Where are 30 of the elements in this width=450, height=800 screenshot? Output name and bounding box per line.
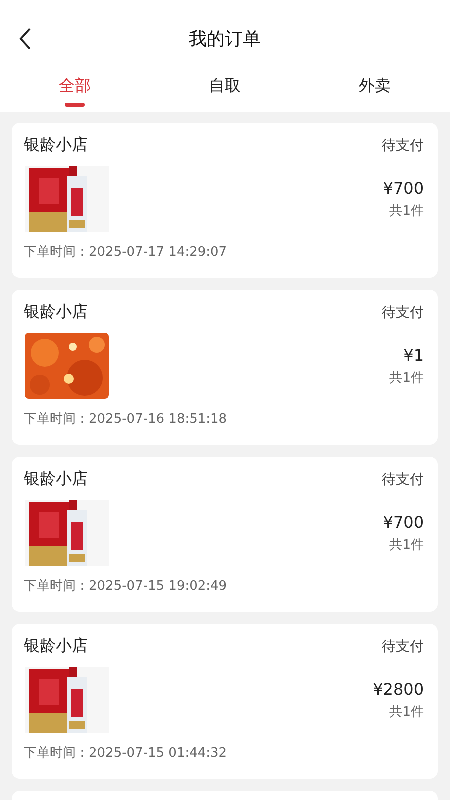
order-price: ¥2800: [373, 680, 424, 698]
order-price: ¥700: [383, 512, 424, 532]
store-name: 银龄小店: [24, 636, 88, 657]
order-card[interactable]: 银龄小店 待支付 ¥700 共1件 下单时间：2025-07-17 14:29:07: [12, 123, 438, 278]
order-time: 下单时间：2025-07-15 01:44:32: [24, 745, 228, 762]
store-name: 银龄小店: [24, 302, 88, 323]
order-time: 下单时间：2025-07-17 14:29:07: [24, 244, 228, 261]
page-title: 我的订单: [189, 28, 261, 51]
order-price: ¥1: [404, 346, 424, 364]
tab[interactable]: 外卖: [351, 70, 399, 99]
item-count: 共1件: [390, 370, 424, 386]
item-count: 共1件: [390, 704, 424, 720]
order-status: 待支付: [382, 470, 424, 488]
store-name: 银龄小店: [24, 469, 88, 490]
order-time: 下单时间：2025-07-16 18:51:18: [24, 411, 228, 428]
order-price: ¥700: [383, 178, 424, 198]
order-status: 待支付: [382, 304, 424, 322]
item-count: 共1件: [390, 202, 424, 220]
store-name: 银龄小店: [24, 135, 88, 156]
order-time: 下单时间：2025-07-15 19:02:49: [24, 578, 228, 595]
tab-indicator: [65, 103, 85, 107]
order-status: 待支付: [382, 136, 424, 154]
order-card[interactable]: 银龄小店 待支付 ¥2800 共1件 下单时间：2025-07-15 01:44:32: [12, 624, 438, 779]
order-card[interactable]: 银龄小店 待支付 ¥700 共1件 下单时间：2025-07-15 19:02:49: [12, 457, 438, 612]
order-card[interactable]: 银龄小店 待支付 ¥1 共1件 下单时间：2025-07-16 18:51:18: [12, 290, 438, 445]
tab[interactable]: 全部: [51, 70, 99, 99]
item-count: 共1件: [390, 536, 424, 554]
tab[interactable]: 自取: [201, 70, 249, 99]
order-status: 待支付: [382, 638, 424, 656]
back-icon[interactable]: [18, 27, 32, 51]
